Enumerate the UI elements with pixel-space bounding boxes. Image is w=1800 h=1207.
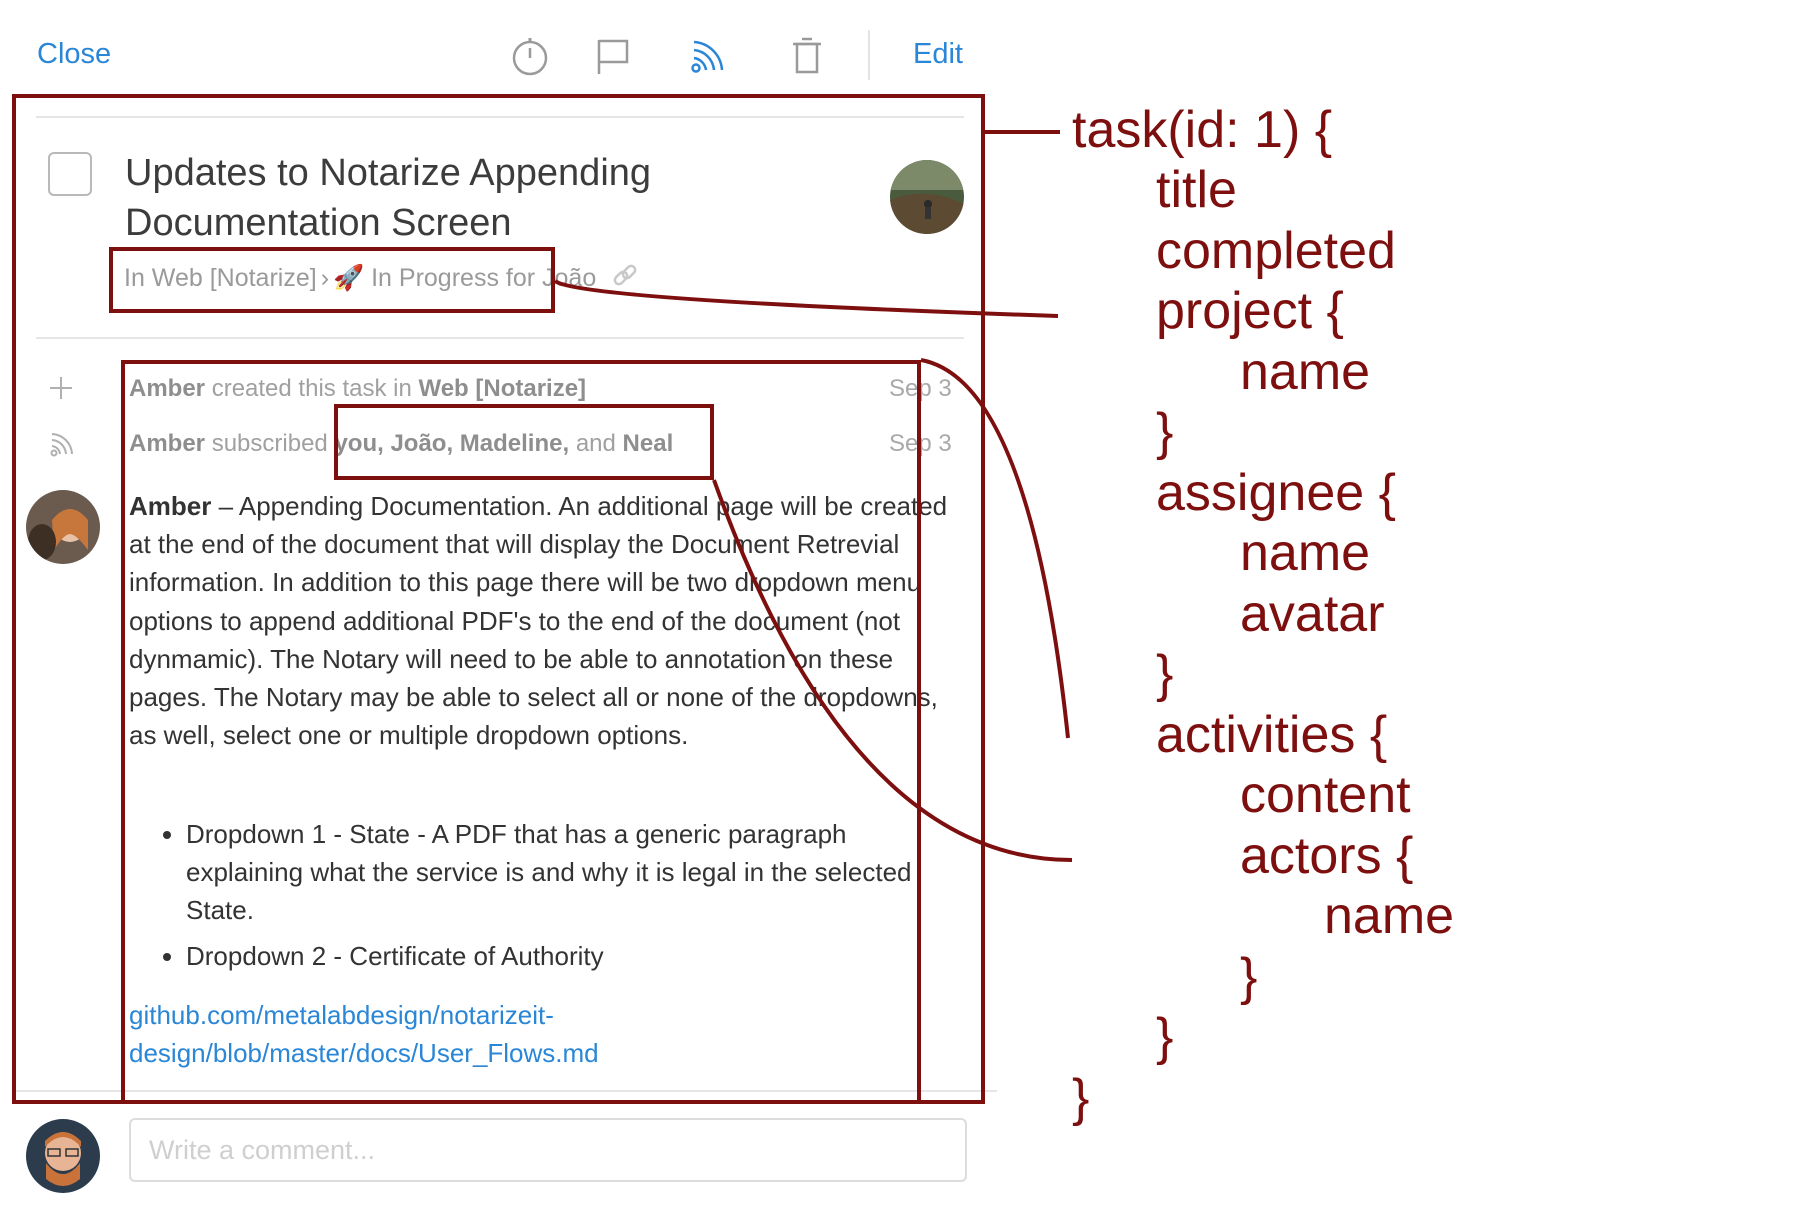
toolbar-divider: [868, 30, 870, 80]
trash-icon[interactable]: [787, 34, 827, 78]
query-line: }: [1156, 645, 1174, 703]
query-line: avatar: [1240, 585, 1385, 643]
query-line: }: [1072, 1069, 1090, 1127]
highlight-actors-box: [334, 404, 714, 480]
current-user-avatar: [26, 1119, 100, 1193]
query-line: content: [1240, 766, 1411, 824]
query-line: assignee {: [1156, 464, 1396, 522]
query-line: }: [1156, 1008, 1174, 1066]
edit-button[interactable]: Edit: [913, 38, 963, 71]
query-line: task(id: 1) {: [1072, 101, 1333, 159]
comment-input[interactable]: [129, 1118, 967, 1182]
query-line: activities {: [1156, 706, 1388, 764]
close-button[interactable]: Close: [37, 38, 111, 71]
query-line: title: [1156, 161, 1237, 219]
query-line: }: [1240, 948, 1258, 1006]
query-line: name: [1240, 343, 1371, 401]
highlight-project-box: [109, 247, 555, 313]
query-line: name: [1324, 887, 1455, 945]
query-line: name: [1240, 524, 1371, 582]
query-line: }: [1156, 403, 1174, 461]
query-line: completed: [1156, 222, 1396, 280]
flag-icon[interactable]: [593, 34, 633, 78]
subscribe-icon[interactable]: [688, 34, 728, 78]
query-line: project {: [1156, 282, 1344, 340]
timer-icon[interactable]: [510, 34, 550, 78]
query-line: actors {: [1240, 827, 1414, 885]
